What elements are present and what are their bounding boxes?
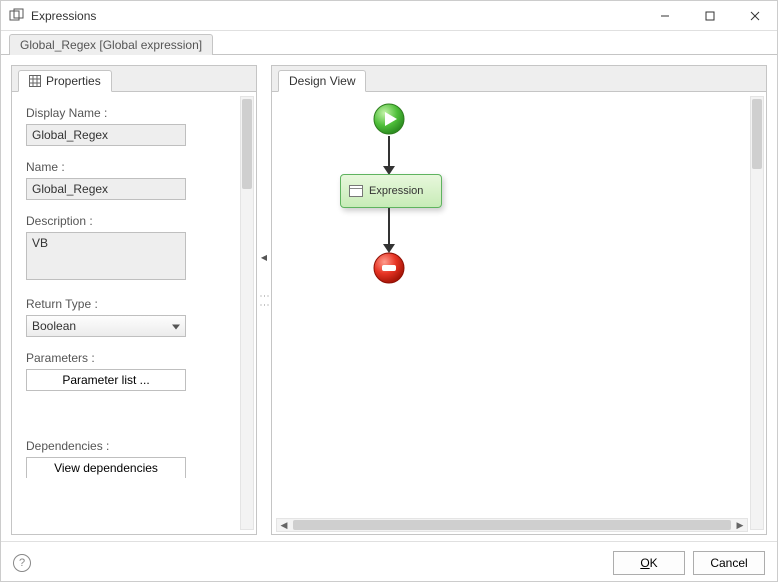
tab-label: Design View <box>289 74 355 88</box>
expression-icon <box>349 185 363 197</box>
maximize-button[interactable] <box>687 1 732 31</box>
grid-icon <box>29 75 41 87</box>
dialog-footer: ? OK Cancel <box>1 541 777 583</box>
expression-node-label: Expression <box>369 185 423 197</box>
minimize-button[interactable] <box>642 1 687 31</box>
properties-panel-header: Properties <box>12 66 256 92</box>
description-label: Description : <box>26 214 234 228</box>
view-dependencies-button[interactable]: View dependencies <box>26 457 186 478</box>
tab-label: Global_Regex [Global expression] <box>20 38 202 52</box>
ok-rest: K <box>650 556 658 570</box>
tab-global-regex[interactable]: Global_Regex [Global expression] <box>9 34 213 55</box>
name-label: Name : <box>26 160 234 174</box>
properties-scrollbar[interactable] <box>240 96 254 530</box>
chevron-right-icon[interactable]: ▶ <box>733 519 747 531</box>
window-controls <box>642 1 777 31</box>
design-panel-header: Design View <box>272 66 766 92</box>
design-canvas-wrap: Expression <box>272 92 766 534</box>
return-type-label: Return Type : <box>26 297 234 311</box>
app-icon <box>9 8 25 24</box>
connector-arrow <box>388 208 390 246</box>
help-icon[interactable]: ? <box>13 554 31 572</box>
scrollbar-thumb[interactable] <box>752 99 762 169</box>
display-name-input[interactable] <box>26 124 186 146</box>
description-input[interactable]: VB <box>26 232 186 280</box>
expression-tabs: Global_Regex [Global expression] <box>1 31 777 55</box>
button-label: View dependencies <box>54 461 158 475</box>
parameter-list-button[interactable]: Parameter list ... <box>26 369 186 391</box>
display-name-label: Display Name : <box>26 106 234 120</box>
tab-label: Properties <box>46 74 101 88</box>
window-title: Expressions <box>31 9 642 23</box>
canvas-vscrollbar[interactable] <box>750 96 764 530</box>
scrollbar-thumb[interactable] <box>242 99 252 189</box>
titlebar: Expressions <box>1 1 777 31</box>
design-canvas[interactable]: Expression <box>278 96 746 514</box>
properties-body: Display Name : Name : Description : VB R… <box>12 92 256 534</box>
ok-button[interactable]: OK <box>613 551 685 575</box>
dependencies-label: Dependencies : <box>26 439 234 453</box>
chevron-left-icon: ◀ <box>261 253 267 262</box>
close-button[interactable] <box>732 1 777 31</box>
return-type-select[interactable]: Boolean <box>26 315 186 337</box>
tab-design-view[interactable]: Design View <box>278 70 366 92</box>
panel-splitter[interactable]: ◀ <box>261 65 267 535</box>
expression-node[interactable]: Expression <box>340 174 442 208</box>
start-node[interactable] <box>372 102 406 136</box>
scrollbar-thumb[interactable] <box>293 520 731 530</box>
connector-arrow <box>388 136 390 168</box>
properties-panel: Properties Display Name : Name : Descrip… <box>11 65 257 535</box>
end-node[interactable] <box>372 251 406 285</box>
return-type-value: Boolean <box>32 319 76 333</box>
tab-properties[interactable]: Properties <box>18 70 112 92</box>
main-area: Properties Display Name : Name : Descrip… <box>1 55 777 541</box>
canvas-hscrollbar[interactable]: ◀ ▶ <box>276 518 748 532</box>
parameters-label: Parameters : <box>26 351 234 365</box>
chevron-left-icon[interactable]: ◀ <box>277 519 291 531</box>
button-label: Cancel <box>710 556 747 570</box>
button-label: Parameter list ... <box>62 373 149 387</box>
cancel-button[interactable]: Cancel <box>693 551 765 575</box>
splitter-grip-icon <box>263 291 266 309</box>
name-input[interactable] <box>26 178 186 200</box>
design-view-panel: Design View <box>271 65 767 535</box>
